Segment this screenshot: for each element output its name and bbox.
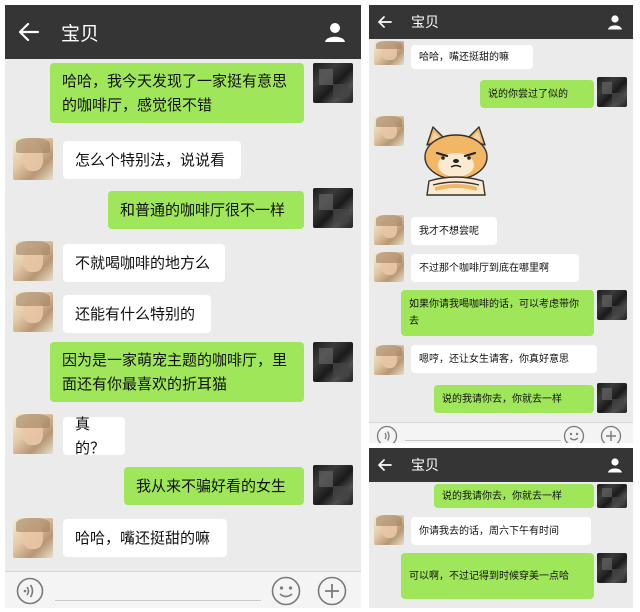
message-bubble-received: 还能有什么特别的 — [63, 295, 211, 333]
plus-icon[interactable] — [316, 575, 348, 607]
message-bubble-sent: 哈哈，我今天发现了一家挺有意思的咖啡厅，感觉很不错 — [50, 63, 304, 123]
chat-header: 宝贝 — [369, 448, 633, 482]
chat-header: 宝贝 — [5, 5, 361, 59]
chat-header: 宝贝 — [369, 5, 633, 39]
message-bubble-sent: 说的我请你去，你就去一样 — [434, 484, 594, 508]
plus-icon[interactable] — [599, 424, 623, 443]
avatar-self[interactable] — [597, 383, 627, 413]
message-bubble-sent: 说的你尝过了似的 — [480, 80, 594, 108]
avatar-self[interactable] — [313, 465, 353, 505]
shiba-inu-sticker — [413, 123, 499, 197]
avatar-self[interactable] — [597, 77, 627, 107]
message-input[interactable] — [55, 600, 261, 601]
message-bubble-received: 怎么个特别法，说说看 — [63, 141, 241, 179]
message-bubble-sent: 因为是一家萌宠主题的咖啡厅，里面还有你最喜欢的折耳猫 — [50, 342, 304, 402]
avatar-contact[interactable] — [374, 252, 404, 282]
profile-icon[interactable] — [309, 5, 361, 59]
message-bubble-received: 你请我去的话，周六下午有时间 — [411, 517, 591, 545]
back-arrow-icon[interactable] — [5, 5, 53, 59]
input-toolbar — [5, 571, 361, 608]
chat-screen-main: 宝贝 哈哈，我今天发现了一家挺有意思的咖啡厅，感觉很不错 怎么个特别法，说说看 … — [5, 5, 361, 608]
avatar-contact[interactable] — [13, 292, 53, 332]
chat-title: 宝贝 — [411, 15, 439, 31]
avatar-contact[interactable] — [374, 215, 404, 245]
voice-icon[interactable] — [375, 424, 399, 443]
message-bubble-received: 不过那个咖啡厅到底在哪里啊 — [411, 254, 579, 282]
profile-icon[interactable] — [597, 5, 633, 39]
avatar-contact[interactable] — [13, 518, 53, 558]
avatar-self[interactable] — [313, 63, 353, 103]
avatar-contact[interactable] — [374, 345, 404, 375]
profile-icon[interactable] — [597, 448, 633, 482]
message-bubble-received: 嗯哼，还让女生请客，你真好意思 — [411, 345, 597, 373]
avatar-self[interactable] — [313, 188, 353, 228]
message-bubble-received: 真的？ — [63, 415, 125, 457]
message-bubble-received: 哈哈，嘴还挺甜的嘛 — [63, 519, 227, 557]
message-bubble-sent: 和普通的咖啡厅很不一样 — [108, 191, 304, 229]
avatar-self[interactable] — [597, 484, 627, 508]
message-bubble-received: 哈哈，嘴还挺甜的嘛 — [411, 45, 533, 69]
avatar-contact[interactable] — [13, 414, 53, 454]
message-bubble-received: 我才不想尝呢 — [411, 217, 497, 245]
emoji-icon[interactable] — [562, 424, 586, 443]
avatar-self[interactable] — [597, 553, 627, 583]
message-bubble-received: 不就喝咖啡的地方么 — [63, 244, 225, 282]
chat-screen-final: 宝贝 说的我请你去，你就去一样 你请我去的话，周六下午有时间 可以啊，不过记得到… — [369, 448, 633, 608]
avatar-self[interactable] — [597, 290, 627, 320]
avatar-contact[interactable] — [13, 241, 53, 281]
chat-screen-continued: 宝贝 哈哈，嘴还挺甜的嘛 说的你尝过了似的 我才不想尝呢 不过那个咖啡厅到底在哪… — [369, 5, 633, 443]
message-bubble-sent: 如果你请我喝咖啡的话，可以考虑带你去 — [401, 290, 594, 336]
message-bubble-sent: 我从来不骗好看的女生 — [124, 467, 304, 505]
message-bubble-sent: 说的我请你去，你就去一样 — [434, 385, 594, 413]
avatar-contact[interactable] — [374, 515, 404, 545]
message-bubble-sent: 可以啊，不过记得到时候穿美一点哈 — [401, 553, 594, 599]
avatar-self[interactable] — [313, 342, 353, 382]
back-arrow-icon[interactable] — [369, 448, 401, 482]
input-toolbar — [369, 422, 633, 443]
avatar-contact[interactable] — [13, 138, 53, 180]
avatar-contact[interactable] — [374, 41, 404, 65]
chat-title: 宝贝 — [61, 22, 100, 45]
message-input[interactable] — [405, 440, 561, 441]
back-arrow-icon[interactable] — [369, 5, 401, 39]
chat-title: 宝贝 — [411, 458, 439, 474]
emoji-icon[interactable] — [270, 575, 302, 607]
voice-icon[interactable] — [15, 576, 45, 606]
avatar-contact[interactable] — [374, 116, 404, 146]
